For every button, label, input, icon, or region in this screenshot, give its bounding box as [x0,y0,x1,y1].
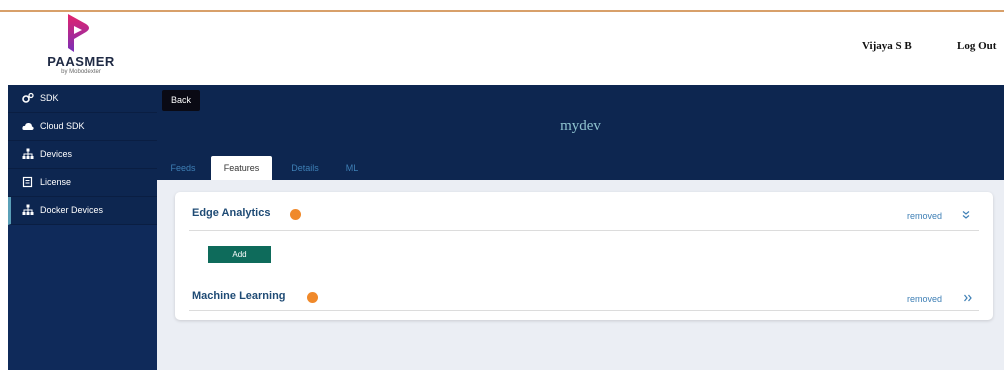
cogs-icon [22,92,34,103]
sidebar-item-label: Docker Devices [40,205,104,215]
section-title-edge-analytics[interactable]: Edge Analytics [192,207,270,219]
logo-tagline: by Mobodexter [61,69,101,75]
header: PAASMER by Mobodexter Vijaya S B Log Out [0,12,1004,85]
sidebar-empty-area [8,225,157,370]
sidebar-item-cloud-sdk[interactable]: Cloud SDK [8,113,157,141]
logo-name: PAASMER [47,54,115,69]
device-banner: Back mydev Feeds Features Details ML [157,85,1004,180]
sidebar-item-label: License [40,177,72,187]
main-content: Back mydev Feeds Features Details ML Edg… [157,85,1004,370]
section-status: removed [907,211,943,221]
sidebar-item-label: Cloud SDK [40,121,85,131]
features-card: Edge Analytics removed Add Machine Learn… [175,192,993,320]
sitemap-icon [22,148,34,159]
tab-details[interactable]: Details [285,156,325,180]
sidebar-item-label: SDK [40,93,59,103]
license-icon [22,176,33,188]
logout-link[interactable]: Log Out [957,40,996,52]
tab-ml[interactable]: ML [340,156,364,180]
section-divider [189,230,979,231]
sidebar-item-license[interactable]: License [8,169,157,197]
tab-feeds[interactable]: Feeds [167,156,199,180]
paasmer-logo[interactable]: PAASMER by Mobodexter [36,14,126,80]
status-dot [290,209,301,220]
sidebar: SDK Cloud SDK Devices License Docker Dev… [8,85,157,370]
section-divider [189,310,979,311]
section-title-machine-learning[interactable]: Machine Learning [192,290,286,302]
sitemap-icon [22,204,34,215]
device-title: mydev [560,118,601,134]
logo-mark-icon [68,14,89,52]
status-dot [307,292,318,303]
sidebar-item-sdk[interactable]: SDK [8,85,157,113]
section-status: removed [907,294,943,304]
add-button[interactable]: Add [208,246,271,263]
user-name[interactable]: Vijaya S B [862,40,912,52]
back-button[interactable]: Back [162,90,200,111]
cloud-icon [22,122,34,130]
sidebar-item-devices[interactable]: Devices [8,141,157,169]
tab-features[interactable]: Features [211,156,272,180]
sidebar-item-label: Devices [40,149,73,159]
chevron-right-icon[interactable] [963,293,973,303]
sidebar-item-docker-devices[interactable]: Docker Devices [8,197,157,225]
chevron-down-icon[interactable] [961,210,971,220]
